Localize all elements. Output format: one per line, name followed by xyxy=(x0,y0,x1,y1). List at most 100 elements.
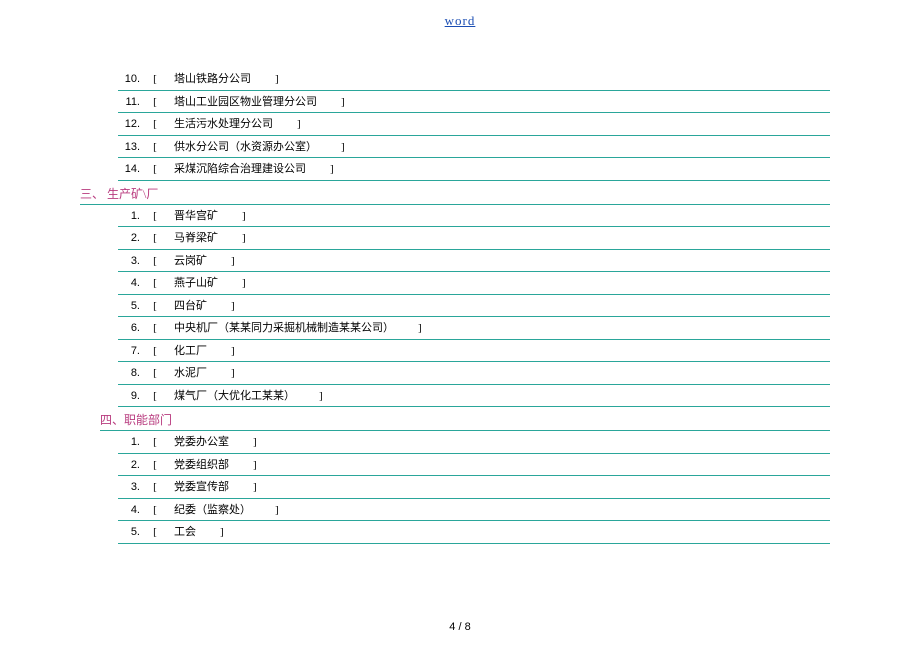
bracket-right: ] xyxy=(207,343,235,360)
item-text: 纪委（监察处） xyxy=(166,502,251,519)
bracket-right: ] xyxy=(317,139,345,156)
bracket-right: ] xyxy=(251,502,279,519)
list-item: 9.[煤气厂（大优化工某某）] xyxy=(118,385,830,408)
item-number: 4. xyxy=(118,502,144,519)
bracket-left: [ xyxy=(144,71,166,88)
item-text: 水泥厂 xyxy=(166,365,207,382)
bracket-right: ] xyxy=(207,298,235,315)
bracket-left: [ xyxy=(144,388,166,405)
bracket-left: [ xyxy=(144,94,166,111)
bracket-left: [ xyxy=(144,365,166,382)
list-item: 4.[纪委（监察处）] xyxy=(118,499,830,522)
list-item: 4.[燕子山矿] xyxy=(118,272,830,295)
list-item: 3.[党委宣传部] xyxy=(118,476,830,499)
item-text: 塔山工业园区物业管理分公司 xyxy=(166,94,317,111)
bracket-left: [ xyxy=(144,320,166,337)
item-text: 采煤沉陷综合治理建设公司 xyxy=(166,161,306,178)
item-number: 3. xyxy=(118,479,144,496)
bracket-left: [ xyxy=(144,161,166,178)
item-text: 党委宣传部 xyxy=(166,479,229,496)
bracket-left: [ xyxy=(144,275,166,292)
item-number: 1. xyxy=(118,208,144,225)
bracket-right: ] xyxy=(306,161,334,178)
bracket-left: [ xyxy=(144,298,166,315)
item-text: 党委组织部 xyxy=(166,457,229,474)
bracket-left: [ xyxy=(144,479,166,496)
bracket-right: ] xyxy=(229,479,257,496)
item-number: 3. xyxy=(118,253,144,270)
list-item: 12.[生活污水处理分公司] xyxy=(118,113,830,136)
bracket-right: ] xyxy=(295,388,323,405)
item-text: 化工厂 xyxy=(166,343,207,360)
item-number: 13. xyxy=(118,139,144,156)
list-item: 5.[工会] xyxy=(118,521,830,544)
item-number: 14. xyxy=(118,161,144,178)
bracket-left: [ xyxy=(144,253,166,270)
item-number: 11. xyxy=(118,94,144,111)
list-item: 14.[采煤沉陷综合治理建设公司] xyxy=(118,158,830,181)
bracket-right: ] xyxy=(218,275,246,292)
header-link-wrap: word xyxy=(0,0,920,48)
item-text: 塔山铁路分公司 xyxy=(166,71,251,88)
item-number: 7. xyxy=(118,343,144,360)
item-number: 4. xyxy=(118,275,144,292)
item-number: 8. xyxy=(118,365,144,382)
bracket-left: [ xyxy=(144,139,166,156)
bracket-left: [ xyxy=(144,116,166,133)
item-text: 云岗矿 xyxy=(166,253,207,270)
word-link[interactable]: word xyxy=(445,13,476,28)
item-text: 马脊梁矿 xyxy=(166,230,218,247)
bracket-right: ] xyxy=(196,524,224,541)
list-item: 1.[党委办公室] xyxy=(118,431,830,454)
bracket-left: [ xyxy=(144,208,166,225)
item-number: 9. xyxy=(118,388,144,405)
bracket-right: ] xyxy=(394,320,422,337)
list-item: 5.[四台矿] xyxy=(118,295,830,318)
bracket-left: [ xyxy=(144,457,166,474)
bracket-right: ] xyxy=(218,230,246,247)
item-text: 生活污水处理分公司 xyxy=(166,116,273,133)
list-item: 13.[供水分公司（水资源办公室）] xyxy=(118,136,830,159)
bracket-right: ] xyxy=(229,434,257,451)
item-number: 2. xyxy=(118,457,144,474)
page-footer: 4 / 8 xyxy=(0,621,920,633)
bracket-left: [ xyxy=(144,434,166,451)
bracket-right: ] xyxy=(251,71,279,88)
page-total: 8 xyxy=(465,621,471,633)
list-item: 8.[水泥厂] xyxy=(118,362,830,385)
item-text: 煤气厂（大优化工某某） xyxy=(166,388,295,405)
section-title: 三、 生产矿\厂 xyxy=(80,181,830,205)
item-number: 2. xyxy=(118,230,144,247)
item-text: 党委办公室 xyxy=(166,434,229,451)
item-text: 中央机厂（某某同力采掘机械制造某某公司） xyxy=(166,320,394,337)
section-title: 四、职能部门 xyxy=(100,407,830,431)
item-text: 燕子山矿 xyxy=(166,275,218,292)
document-content: 10.[塔山铁路分公司]11.[塔山工业园区物业管理分公司]12.[生活污水处理… xyxy=(0,48,920,544)
bracket-left: [ xyxy=(144,502,166,519)
bracket-left: [ xyxy=(144,524,166,541)
bracket-right: ] xyxy=(207,365,235,382)
bracket-right: ] xyxy=(317,94,345,111)
bracket-left: [ xyxy=(144,343,166,360)
list-item: 1.[晋华宫矿] xyxy=(118,205,830,228)
item-number: 10. xyxy=(118,71,144,88)
bracket-right: ] xyxy=(207,253,235,270)
bracket-right: ] xyxy=(273,116,301,133)
item-number: 5. xyxy=(118,524,144,541)
item-text: 四台矿 xyxy=(166,298,207,315)
bracket-left: [ xyxy=(144,230,166,247)
item-number: 5. xyxy=(118,298,144,315)
list-item: 10.[塔山铁路分公司] xyxy=(118,68,830,91)
item-number: 6. xyxy=(118,320,144,337)
list-item: 6.[中央机厂（某某同力采掘机械制造某某公司）] xyxy=(118,317,830,340)
list-item: 7.[化工厂] xyxy=(118,340,830,363)
bracket-right: ] xyxy=(229,457,257,474)
list-item: 11.[塔山工业园区物业管理分公司] xyxy=(118,91,830,114)
page-sep: / xyxy=(455,621,464,633)
item-text: 工会 xyxy=(166,524,196,541)
bracket-right: ] xyxy=(218,208,246,225)
list-item: 2.[党委组织部] xyxy=(118,454,830,477)
list-item: 2.[马脊梁矿] xyxy=(118,227,830,250)
list-item: 3.[云岗矿] xyxy=(118,250,830,273)
item-number: 12. xyxy=(118,116,144,133)
